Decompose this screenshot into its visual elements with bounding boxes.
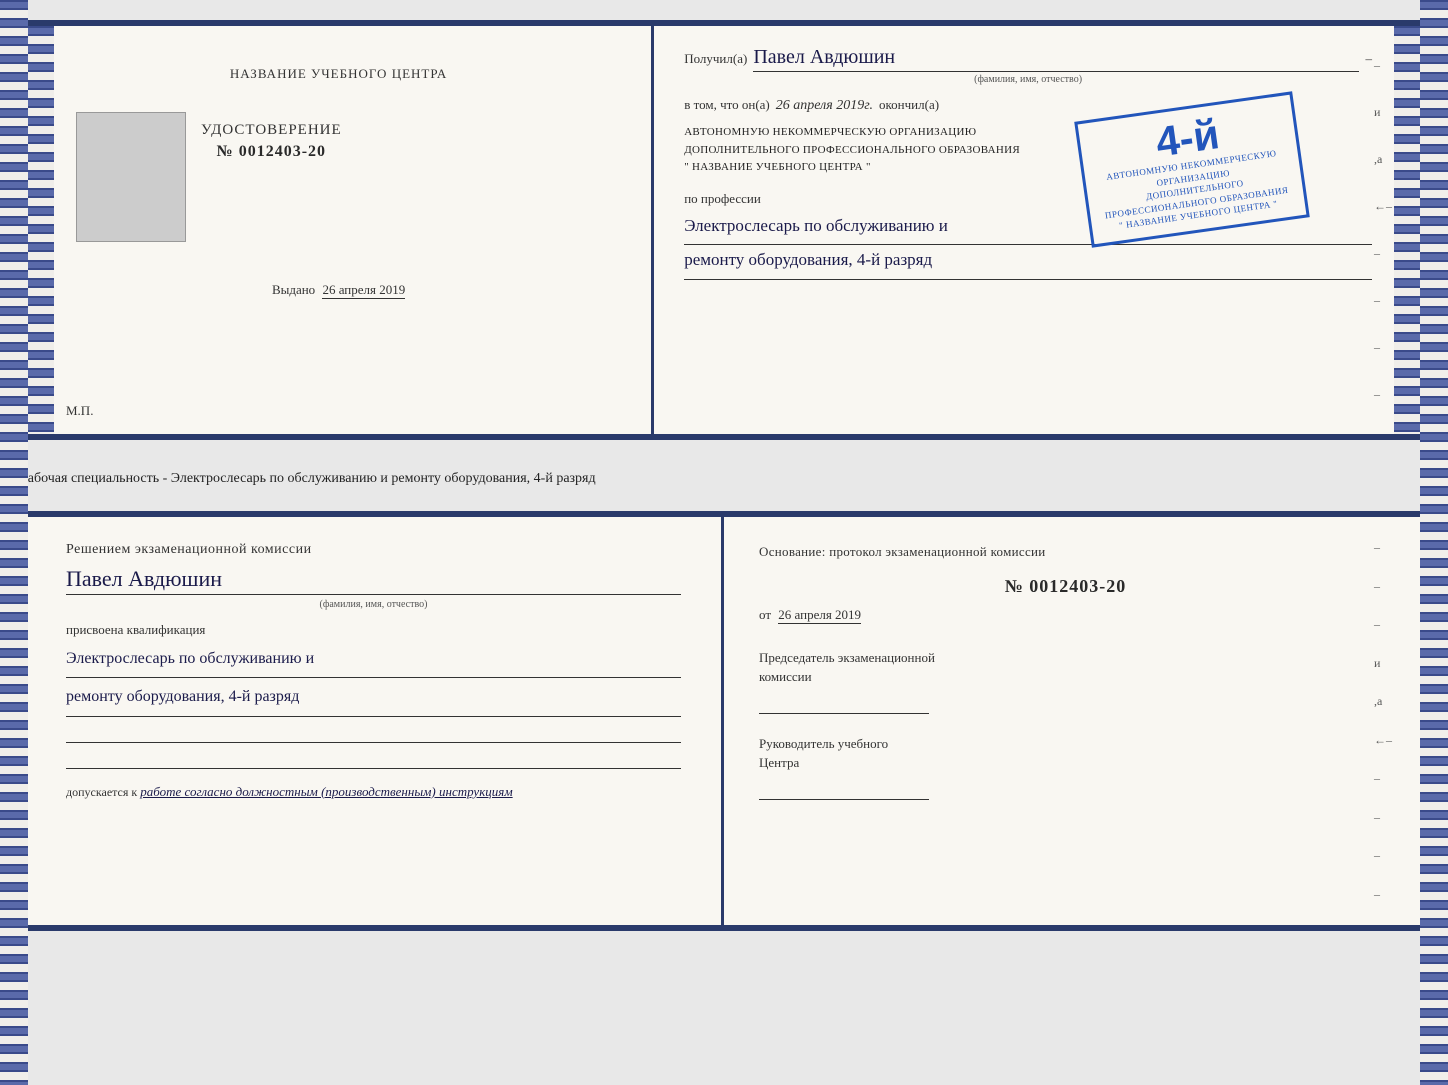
udostoverenie-block: УДОСТОВЕРЕНИЕ № 0012403-20 (201, 122, 342, 161)
bottom-doc-left-panel: Решением экзаменационной комиссии Павел … (26, 517, 724, 925)
date-handwritten: 26 апреля 2019г. (776, 98, 873, 114)
dopusk-text: работе согласно должностным (производств… (140, 784, 512, 799)
top-doc-left-panel: НАЗВАНИЕ УЧЕБНОГО ЦЕНТРА УДОСТОВЕРЕНИЕ №… (26, 26, 654, 434)
vtom-label: в том, что он(a) (684, 97, 770, 113)
ot-date-line: от 26 апреля 2019 (759, 607, 1372, 623)
osnovanie-title: Основание: протокол экзаменационной коми… (759, 542, 1372, 562)
fio-label-top: (фамилия, имя, отчество) (684, 74, 1372, 85)
spine-right-bottom (1420, 0, 1448, 1085)
rukovoditel-label2: Центра (759, 753, 1372, 773)
top-document: НАЗВАНИЕ УЧЕБНОГО ЦЕНТРА УДОСТОВЕРЕНИЕ №… (20, 20, 1428, 440)
blank-line-2 (66, 747, 681, 769)
rukovoditel-block: Руководитель учебного Центра (759, 734, 1372, 800)
poluchil-label: Получил(a) (684, 51, 747, 67)
school-name-top: НАЗВАНИЕ УЧЕБНОГО ЦЕНТРА (230, 66, 447, 82)
bottom-name: Павел Авдюшин (66, 566, 681, 595)
mp-label: М.П. (66, 403, 93, 419)
top-doc-right-panel: Получил(a) Павел Авдюшин – (фамилия, имя… (654, 26, 1422, 434)
middle-specialty-text: Рабочая специальность - Электрослесарь п… (20, 458, 1428, 493)
bottom-right-decorations: – – – и ,а ←– – – – – (1374, 517, 1392, 925)
ot-date-value: 26 апреля 2019 (778, 607, 861, 624)
predsedatel-signature-line (759, 692, 929, 714)
bottom-document: Решением экзаменационной комиссии Павел … (20, 511, 1428, 931)
dopuskaetsya-block: допускается к работе согласно должностны… (66, 784, 681, 800)
ot-label: от (759, 607, 771, 622)
predsedatel-block: Председатель экзаменационной комиссии (759, 648, 1372, 714)
qual-line1: Электрослесарь по обслуживанию и (66, 644, 681, 678)
okonchil-label: окончил(a) (879, 97, 939, 113)
page-wrapper: НАЗВАНИЕ УЧЕБНОГО ЦЕНТРА УДОСТОВЕРЕНИЕ №… (20, 20, 1428, 931)
rukovoditel-label1: Руководитель учебного (759, 734, 1372, 754)
profession-line2: ремонту оборудования, 4-й разряд (684, 245, 1372, 280)
spine-right (1394, 26, 1422, 434)
dash-after-name: – (1365, 51, 1372, 67)
vydano-line: Выдано 26 апреля 2019 (272, 282, 405, 298)
bottom-doc-right-panel: Основание: протокол экзаменационной коми… (724, 517, 1422, 925)
rukovoditel-signature-line (759, 778, 929, 800)
prisvoena-label: присвоена квалификация (66, 622, 681, 638)
udost-title: УДОСТОВЕРЕНИЕ (201, 122, 342, 139)
right-decorations: – и ,а ←– – – – – (1374, 26, 1392, 434)
photo-placeholder (76, 112, 186, 242)
fio-label-bottom: (фамилия, имя, отчество) (66, 599, 681, 610)
spine-left-bottom (0, 0, 28, 1085)
vydano-label: Выдано (272, 282, 315, 297)
predsedatel-label1: Председатель экзаменационной (759, 648, 1372, 668)
blank-line-1 (66, 721, 681, 743)
recipient-name: Павел Авдюшин (753, 46, 1359, 72)
resheniem-title: Решением экзаменационной комиссии (66, 542, 681, 558)
dopusk-label: допускается к (66, 785, 137, 799)
udost-number: № 0012403-20 (201, 143, 342, 161)
predsedatel-label2: комиссии (759, 667, 1372, 687)
qual-line2: ремонту оборудования, 4-й разряд (66, 682, 681, 716)
vydano-date: 26 апреля 2019 (322, 282, 405, 299)
osnovanie-number: № 0012403-20 (759, 576, 1372, 597)
poluchil-line: Получил(a) Павел Авдюшин – (684, 46, 1372, 72)
